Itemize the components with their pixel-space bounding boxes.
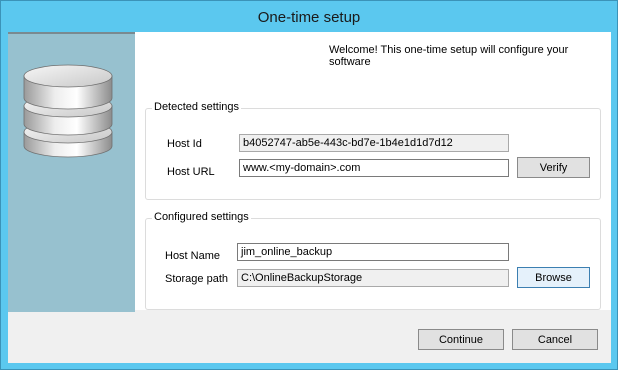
content-area: Welcome! This one-time setup will config… <box>135 32 611 310</box>
verify-button[interactable]: Verify <box>517 157 590 178</box>
host-name-field[interactable]: jim_online_backup <box>237 243 509 261</box>
storage-path-label: Storage path <box>165 273 228 285</box>
host-name-label: Host Name <box>165 250 221 262</box>
dialog-body: Welcome! This one-time setup will config… <box>8 32 611 363</box>
detected-settings-legend: Detected settings <box>152 101 241 113</box>
window-title: One-time setup <box>257 8 361 26</box>
host-url-field[interactable]: www.<my-domain>.com <box>239 159 509 177</box>
host-url-label: Host URL <box>167 166 215 178</box>
storage-path-field[interactable]: C:\OnlineBackupStorage <box>237 269 509 287</box>
side-panel <box>8 32 135 312</box>
title-bar[interactable]: One-time setup <box>1 1 617 31</box>
detected-settings-group: Detected settings Host Id b4052747-ab5e-… <box>145 101 601 200</box>
welcome-text: Welcome! This one-time setup will config… <box>329 44 569 68</box>
browse-button[interactable]: Browse <box>517 267 590 288</box>
continue-button[interactable]: Continue <box>418 329 504 350</box>
host-id-label: Host Id <box>167 138 202 150</box>
setup-window: One-time setup Welcome! This one-time se… <box>0 0 618 370</box>
host-id-field[interactable]: b4052747-ab5e-443c-bd7e-1b4e1d1d7d12 <box>239 134 509 152</box>
cancel-button[interactable]: Cancel <box>512 329 598 350</box>
database-icon <box>23 64 113 158</box>
configured-settings-legend: Configured settings <box>152 211 251 223</box>
configured-settings-group: Configured settings Host Name jim_online… <box>145 211 601 310</box>
